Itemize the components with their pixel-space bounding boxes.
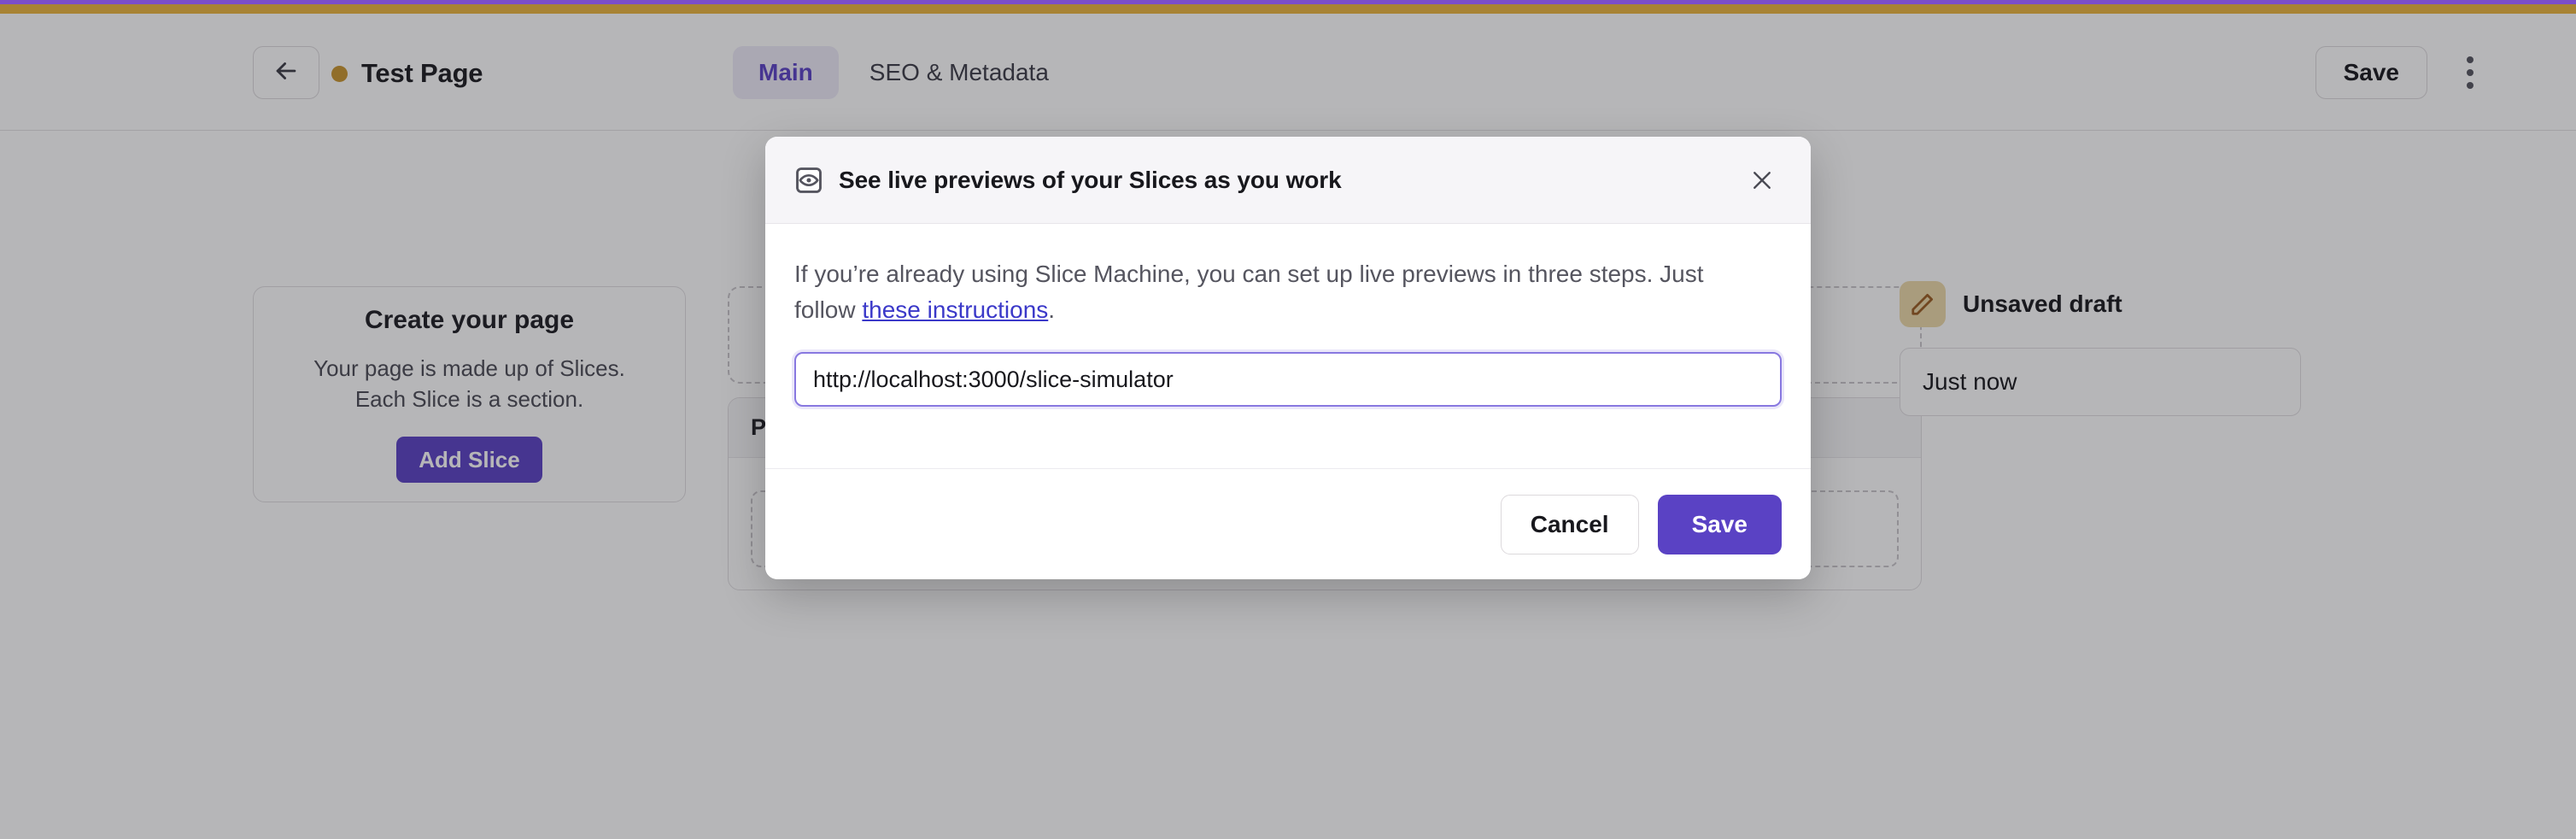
modal-title: See live previews of your Slices as you …: [839, 167, 1342, 194]
close-icon[interactable]: [1742, 161, 1782, 200]
modal-description-text-after: .: [1048, 296, 1055, 323]
modal-save-button[interactable]: Save: [1658, 495, 1782, 554]
live-preview-modal: See live previews of your Slices as you …: [765, 137, 1811, 579]
eye-preview-icon: [794, 166, 823, 195]
cancel-button[interactable]: Cancel: [1501, 495, 1639, 554]
accent-bar-gold: [0, 4, 2576, 14]
modal-header: See live previews of your Slices as you …: [765, 137, 1811, 224]
app-root: Test Page Main SEO & Metadata Save Creat…: [0, 0, 2576, 839]
instructions-link[interactable]: these instructions: [862, 296, 1048, 323]
modal-footer: Cancel Save: [765, 468, 1811, 579]
modal-description: If you’re already using Slice Machine, y…: [794, 256, 1742, 328]
preview-url-input[interactable]: [794, 352, 1782, 407]
modal-body: If you’re already using Slice Machine, y…: [765, 224, 1811, 468]
modal-header-left: See live previews of your Slices as you …: [794, 166, 1742, 195]
